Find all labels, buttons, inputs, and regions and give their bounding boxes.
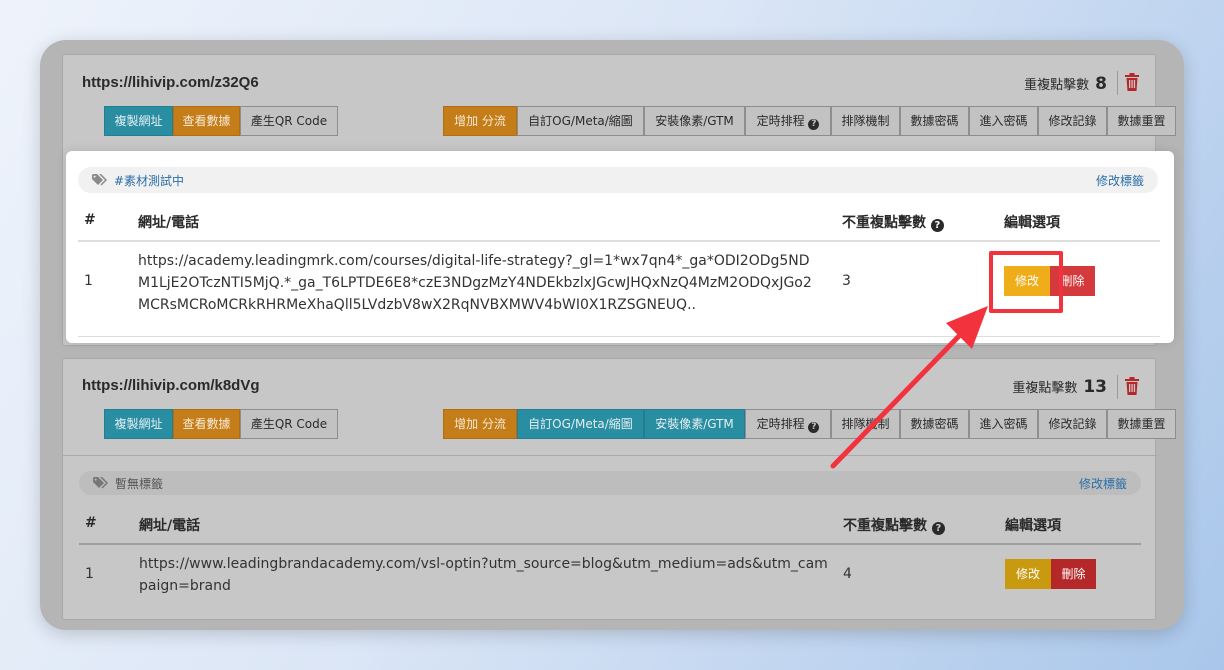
annotation-arrow-icon [830,306,988,469]
